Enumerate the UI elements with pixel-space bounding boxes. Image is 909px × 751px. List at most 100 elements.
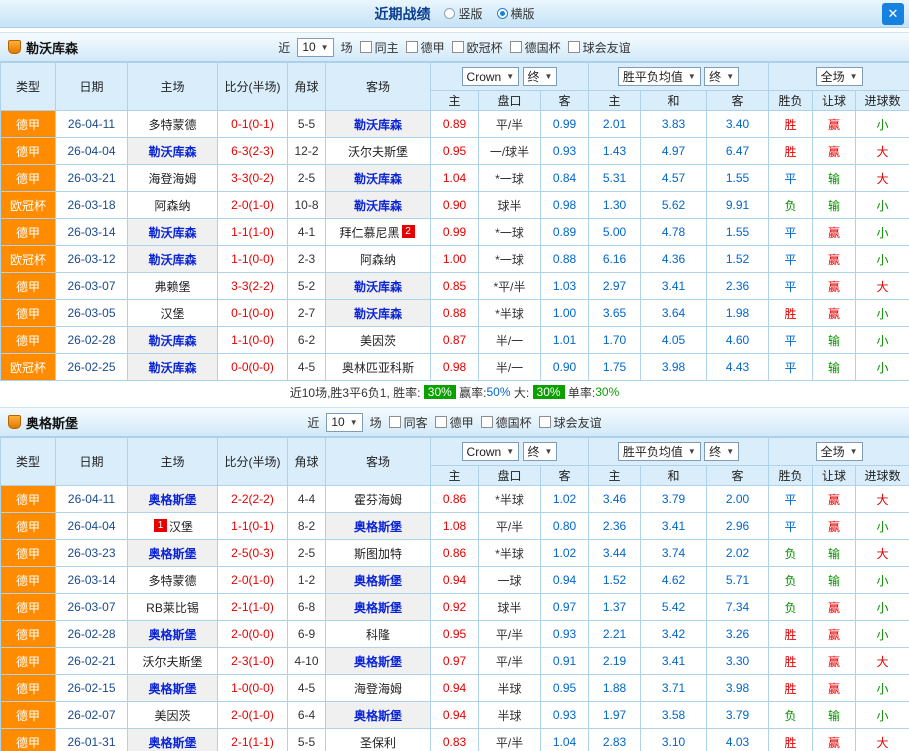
home-team: 沃尔夫斯堡 bbox=[128, 648, 218, 675]
page-title: 近期战绩 bbox=[374, 4, 430, 24]
filter-bar: 近 10 ▼ 场 同客德甲德国杯球会友谊 bbox=[307, 413, 601, 432]
scope-select[interactable]: 全场▼ bbox=[816, 442, 863, 461]
result-goals: 大 bbox=[856, 486, 909, 513]
asian-away-odds: 0.89 bbox=[541, 219, 589, 246]
away-team: 拜仁慕尼黑2 bbox=[326, 219, 431, 246]
recent-count-select[interactable]: 10 ▼ bbox=[326, 413, 362, 432]
result-outcome: 平 bbox=[769, 327, 813, 354]
close-icon: ✕ bbox=[888, 6, 899, 22]
result-outcome: 平 bbox=[769, 354, 813, 381]
checkbox-icon[interactable] bbox=[435, 416, 447, 428]
asian-handicap: 平/半 bbox=[479, 111, 541, 138]
score: 2-2(2-2) bbox=[218, 486, 288, 513]
euro-away-odds: 2.00 bbox=[707, 486, 769, 513]
odds-controls: Crown▼ 终▼ bbox=[431, 438, 589, 466]
asian-handicap: 球半 bbox=[479, 594, 541, 621]
odds-stage-value: 终 bbox=[528, 443, 540, 460]
filter-checkbox[interactable]: 德国杯 bbox=[481, 414, 532, 431]
asian-away-odds: 0.99 bbox=[541, 111, 589, 138]
filter-checkbox[interactable]: 欧冠杯 bbox=[452, 39, 503, 56]
odds-stage-select[interactable]: 终▼ bbox=[523, 442, 558, 461]
euro-mean-select[interactable]: 胜平负均值▼ bbox=[618, 67, 701, 86]
card-badge: 1 bbox=[154, 519, 167, 532]
chevron-down-icon: ▼ bbox=[506, 447, 514, 456]
filter-checkbox[interactable]: 德国杯 bbox=[510, 39, 561, 56]
filter-checkbox[interactable]: 球会友谊 bbox=[568, 39, 631, 56]
match-row: 德甲26-03-14多特蒙德2-0(1-0)1-2奥格斯堡0.94一球0.941… bbox=[1, 567, 909, 594]
match-date: 26-03-14 bbox=[56, 567, 128, 594]
team-name: 奥格斯堡 bbox=[148, 682, 196, 696]
filter-checkbox[interactable]: 同客 bbox=[389, 414, 428, 431]
chevron-down-icon: ▼ bbox=[350, 418, 358, 427]
filter-checkbox[interactable]: 德甲 bbox=[435, 414, 474, 431]
match-date: 26-02-21 bbox=[56, 648, 128, 675]
euro-home-odds: 1.97 bbox=[589, 702, 641, 729]
league-type: 德甲 bbox=[1, 675, 56, 702]
home-team: 勒沃库森 bbox=[128, 354, 218, 381]
layout-horizontal-label: 横版 bbox=[511, 5, 535, 22]
score: 2-3(1-0) bbox=[218, 648, 288, 675]
score: 2-0(1-0) bbox=[218, 702, 288, 729]
result-goals: 小 bbox=[856, 567, 909, 594]
euro-home-odds: 5.00 bbox=[589, 219, 641, 246]
score: 0-0(0-0) bbox=[218, 354, 288, 381]
checkbox-icon[interactable] bbox=[452, 41, 464, 53]
score: 1-0(0-0) bbox=[218, 675, 288, 702]
euro-mean-value: 胜平负均值 bbox=[623, 443, 683, 460]
subcol-goals: 进球数 bbox=[856, 91, 909, 111]
radio-checked-icon[interactable] bbox=[497, 8, 508, 19]
matches-table-leverkusen: 类型 日期 主场 比分(半场) 角球 客场 Crown▼ 终▼ 胜平负均值▼ 终… bbox=[0, 62, 909, 381]
layout-horizontal-radio[interactable]: 横版 bbox=[497, 5, 535, 22]
radio-unchecked-icon[interactable] bbox=[444, 8, 455, 19]
checkbox-icon[interactable] bbox=[510, 41, 522, 53]
euro-draw-odds: 3.64 bbox=[641, 300, 707, 327]
euro-stage-select[interactable]: 终▼ bbox=[704, 67, 739, 86]
odds-company-select[interactable]: Crown▼ bbox=[462, 442, 520, 461]
odds-stage-select[interactable]: 终▼ bbox=[523, 67, 558, 86]
euro-mean-select[interactable]: 胜平负均值▼ bbox=[618, 442, 701, 461]
euro-stage-value: 终 bbox=[709, 443, 721, 460]
euro-draw-odds: 4.57 bbox=[641, 165, 707, 192]
filter-checkbox[interactable]: 同主 bbox=[360, 39, 399, 56]
scope-controls: 全场▼ bbox=[769, 438, 909, 466]
euro-home-odds: 1.52 bbox=[589, 567, 641, 594]
checkbox-icon[interactable] bbox=[406, 41, 418, 53]
away-team: 勒沃库森 bbox=[326, 192, 431, 219]
euro-away-odds: 3.26 bbox=[707, 621, 769, 648]
home-team: 奥格斯堡 bbox=[128, 486, 218, 513]
asian-home-odds: 0.99 bbox=[431, 219, 479, 246]
checkbox-icon[interactable] bbox=[481, 416, 493, 428]
result-goals: 小 bbox=[856, 219, 909, 246]
checkbox-icon[interactable] bbox=[360, 41, 372, 53]
recent-count-select[interactable]: 10 ▼ bbox=[297, 38, 333, 57]
odds-company-select[interactable]: Crown▼ bbox=[462, 67, 520, 86]
result-handicap: 赢 bbox=[813, 138, 856, 165]
corner-count: 4-10 bbox=[288, 648, 326, 675]
league-type: 德甲 bbox=[1, 165, 56, 192]
euro-away-odds: 2.36 bbox=[707, 273, 769, 300]
layout-vertical-radio[interactable]: 竖版 bbox=[444, 5, 482, 22]
away-team: 圣保利 bbox=[326, 729, 431, 751]
scope-select[interactable]: 全场▼ bbox=[816, 67, 863, 86]
score: 1-1(0-1) bbox=[218, 513, 288, 540]
match-date: 26-03-23 bbox=[56, 540, 128, 567]
team-name: 汉堡 bbox=[169, 520, 193, 534]
checkbox-icon[interactable] bbox=[539, 416, 551, 428]
euro-stage-select[interactable]: 终▼ bbox=[704, 442, 739, 461]
close-button[interactable]: ✕ bbox=[882, 3, 904, 25]
result-goals: 小 bbox=[856, 327, 909, 354]
checkbox-icon[interactable] bbox=[389, 416, 401, 428]
checkbox-icon[interactable] bbox=[568, 41, 580, 53]
summary-part: 单率: bbox=[565, 384, 596, 401]
subcol-euro-home: 主 bbox=[589, 466, 641, 486]
team-name: 汉堡 bbox=[160, 307, 184, 321]
match-row: 德甲26-03-21海登海姆3-3(0-2)2-5勒沃库森1.04*一球0.84… bbox=[1, 165, 909, 192]
summary-part: 赢率: bbox=[456, 384, 487, 401]
filter-checkbox[interactable]: 德甲 bbox=[406, 39, 445, 56]
filter-checkbox[interactable]: 球会友谊 bbox=[539, 414, 602, 431]
away-team: 霍芬海姆 bbox=[326, 486, 431, 513]
score: 2-1(1-1) bbox=[218, 729, 288, 751]
match-row: 德甲26-02-07美因茨2-0(1-0)6-4奥格斯堡0.94半球0.931.… bbox=[1, 702, 909, 729]
away-team: 奥格斯堡 bbox=[326, 567, 431, 594]
subcol-outcome: 胜负 bbox=[769, 466, 813, 486]
